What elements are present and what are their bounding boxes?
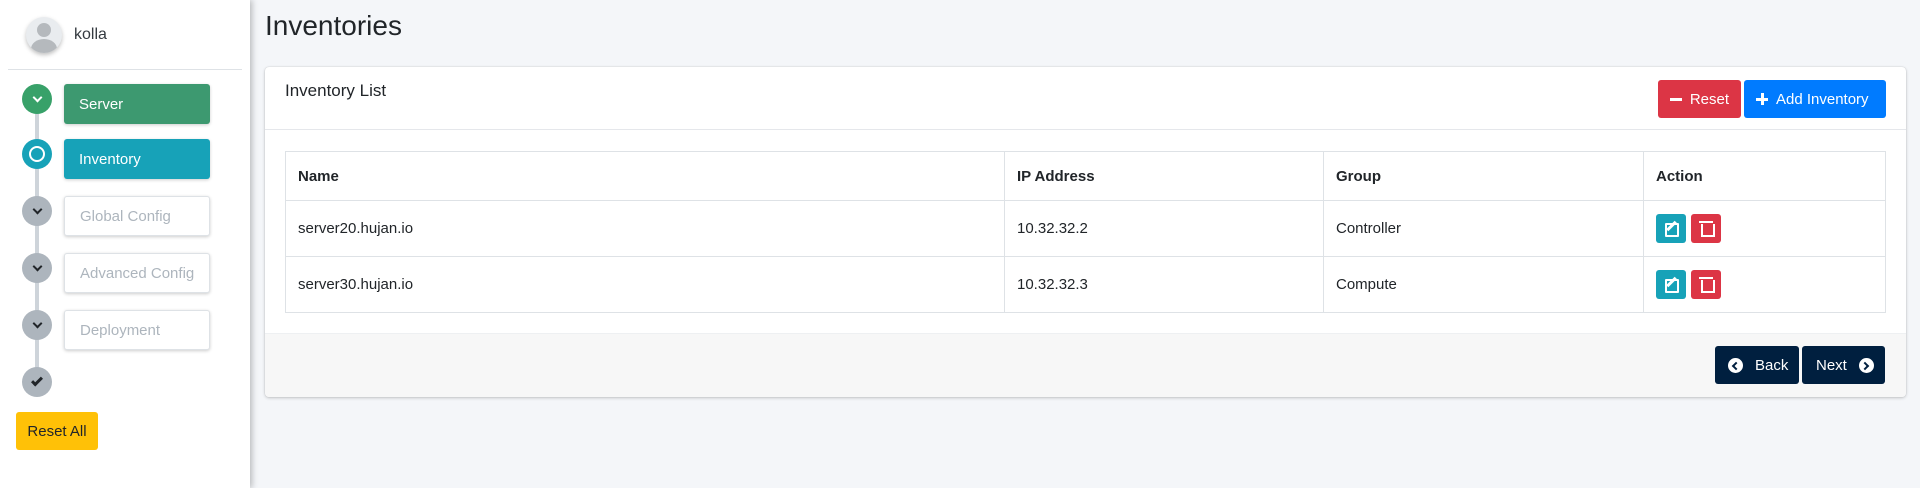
cell-ip: 10.32.32.2 [1004, 200, 1324, 257]
reset-button-label: Reset [1689, 90, 1729, 108]
chevron-down-icon[interactable] [22, 253, 52, 283]
step-inventory-button[interactable]: Inventory [64, 139, 210, 179]
trash-icon[interactable] [1691, 214, 1722, 243]
user-avatar-icon [26, 16, 62, 53]
table-row: server30.hujan.io 10.32.32.3 Compute [285, 256, 1886, 313]
step-advanced-config: Advanced Config [0, 253, 250, 310]
sidebar: kolla Server Inventory Global Config Adv… [0, 0, 250, 488]
cell-name: server20.hujan.io [285, 200, 1005, 257]
edit-icon[interactable] [1656, 270, 1686, 299]
step-server-button[interactable]: Server [64, 84, 210, 124]
cell-name: server30.hujan.io [285, 256, 1005, 313]
column-header-ip: IP Address [1004, 151, 1324, 201]
cell-group: Controller [1323, 200, 1644, 257]
minus-icon [1670, 97, 1682, 101]
add-inventory-button-label: Add Inventory [1776, 90, 1869, 108]
step-inventory: Inventory [0, 139, 250, 196]
arrow-right-circle-icon [1858, 357, 1874, 373]
chevron-down-icon[interactable] [22, 310, 52, 340]
cell-ip: 10.32.32.3 [1004, 256, 1324, 313]
reset-button[interactable]: Reset [1658, 80, 1741, 118]
circle-icon[interactable] [22, 139, 52, 169]
table-header-row: Name IP Address Group Action [285, 151, 1886, 201]
back-button[interactable]: Back [1715, 346, 1799, 384]
back-button-label: Back [1755, 356, 1789, 374]
next-button-label: Next [1816, 356, 1847, 374]
table-row: server20.hujan.io 10.32.32.2 Controller [285, 200, 1886, 257]
trash-icon[interactable] [1691, 270, 1722, 299]
step-list: Server Inventory Global Config Advanced … [0, 84, 250, 424]
edit-icon[interactable] [1656, 214, 1686, 243]
chevron-down-icon[interactable] [22, 84, 52, 114]
step-global-config-button[interactable]: Global Config [64, 196, 210, 236]
plus-icon [1756, 93, 1768, 105]
step-server: Server [0, 84, 250, 141]
inventory-card: Inventory List Reset Add Inventory Name … [265, 67, 1906, 397]
chevron-down-icon[interactable] [22, 196, 52, 226]
inventory-table: Name IP Address Group Action server20.hu… [285, 151, 1886, 313]
username: kolla [74, 25, 107, 43]
step-deployment-button[interactable]: Deployment [64, 310, 210, 350]
step-global-config: Global Config [0, 196, 250, 253]
column-header-name: Name [285, 151, 1005, 201]
card-title: Inventory List [285, 81, 387, 100]
column-header-action: Action [1643, 151, 1886, 201]
next-button[interactable]: Next [1802, 346, 1885, 384]
cell-action [1643, 256, 1886, 313]
page-title: Inventories [265, 10, 402, 41]
cell-action [1643, 200, 1886, 257]
reset-all-button[interactable]: Reset All [16, 412, 98, 450]
add-inventory-button[interactable]: Add Inventory [1744, 80, 1886, 118]
arrow-left-circle-icon [1728, 357, 1743, 373]
card-footer [265, 333, 1906, 397]
check-icon [22, 367, 52, 397]
step-deployment: Deployment [0, 310, 250, 367]
user-panel: kolla [8, 0, 242, 70]
step-advanced-config-button[interactable]: Advanced Config [64, 253, 210, 293]
column-header-group: Group [1323, 151, 1644, 201]
card-header: Inventory List Reset Add Inventory [265, 67, 1906, 130]
cell-group: Compute [1323, 256, 1644, 313]
